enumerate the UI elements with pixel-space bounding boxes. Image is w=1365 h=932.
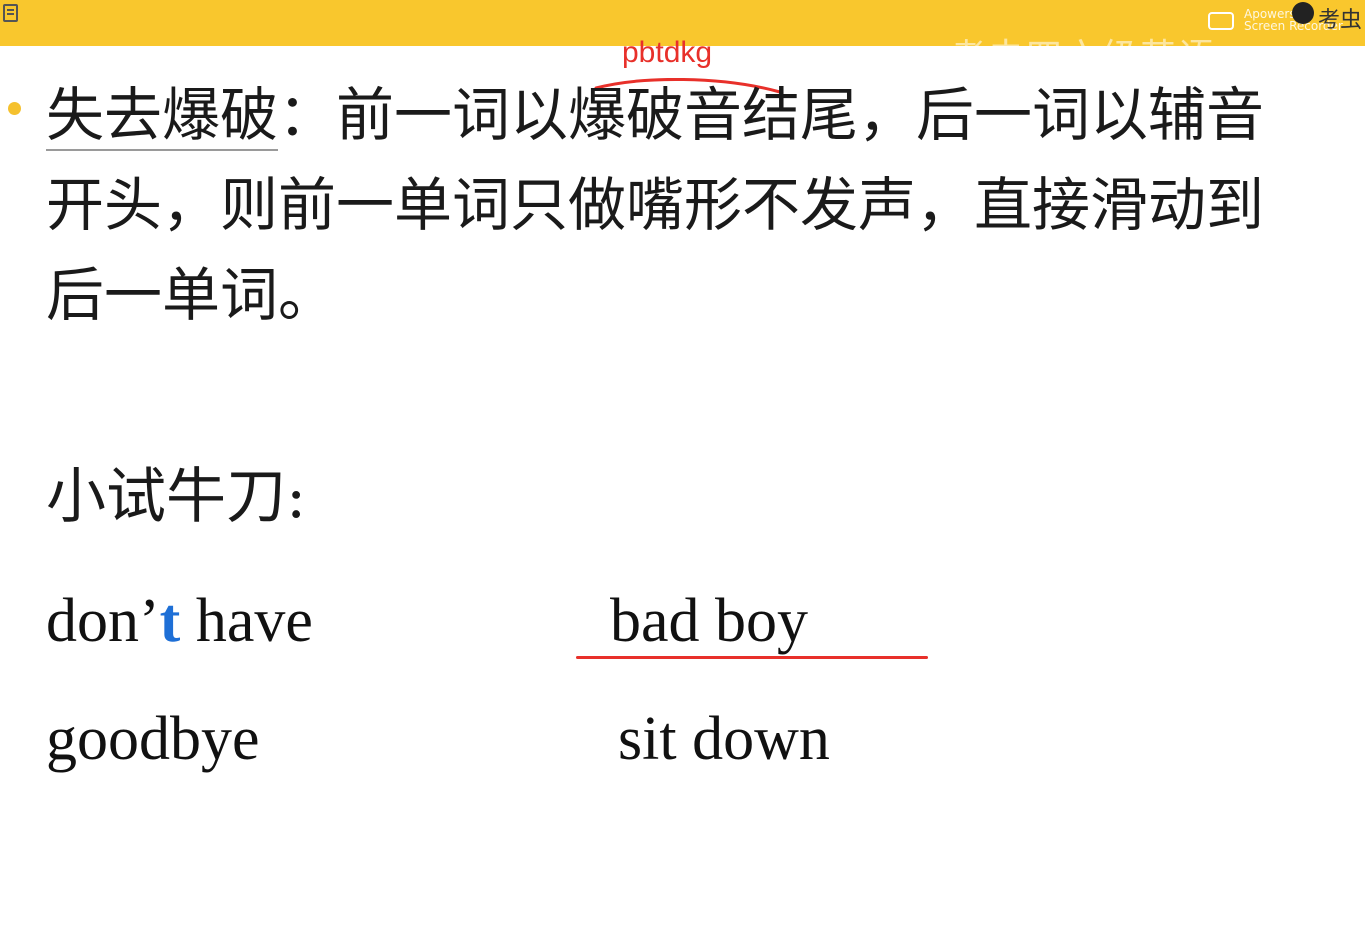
- avatar: [1292, 2, 1314, 24]
- phrase-bad-boy: bad boy: [610, 587, 809, 655]
- definition-paragraph: 失去爆破：前一词以爆破音结尾，后一词以辅音开头，则前一单词只做嘴形不发声，直接滑…: [46, 70, 1365, 340]
- document-icon[interactable]: [3, 4, 18, 22]
- highlighted-letter: t: [159, 587, 181, 655]
- phrase-sit-down: sit down: [618, 705, 830, 773]
- red-underline: [576, 656, 928, 659]
- practice-title: 小试牛刀:: [46, 462, 307, 532]
- definition-line-1: 前一词以爆破音结尾，后一词以辅音: [336, 81, 1265, 149]
- handwritten-annotation: pbtdkg: [622, 36, 713, 69]
- phrase-dont-have: don’t have: [46, 587, 313, 655]
- phrase-goodbye: goodbye: [46, 705, 260, 773]
- definition-line-2: 开头，则前一单词只做嘴形不发声，直接滑动到: [46, 171, 1265, 239]
- camera-icon: [1208, 12, 1234, 30]
- definition-term: 失去爆破: [46, 81, 279, 151]
- definition-line-3: 后一单词。: [46, 261, 337, 329]
- brand-name: 考虫: [1318, 8, 1363, 33]
- recorder-logo: Apowersoft Screen Recorder 考虫: [1200, 0, 1365, 70]
- definition-colon: ：: [278, 81, 337, 149]
- bullet-dot: [8, 102, 21, 115]
